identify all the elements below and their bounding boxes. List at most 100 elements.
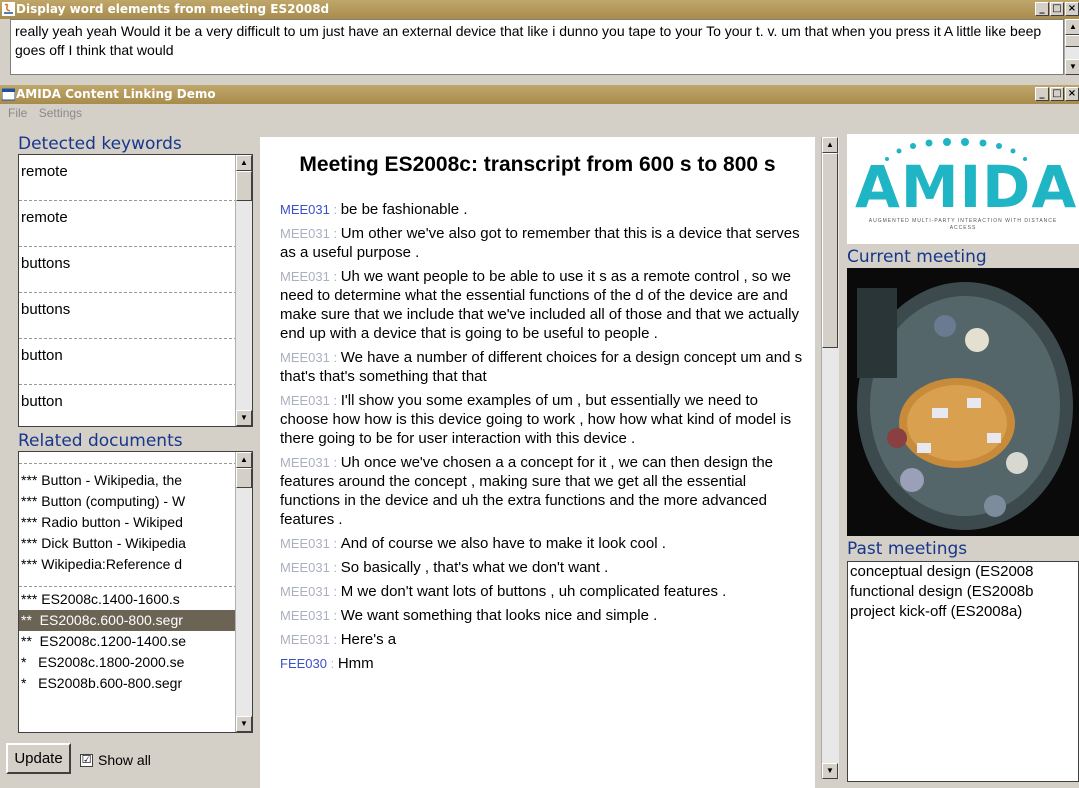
java-icon bbox=[2, 2, 15, 16]
related-documents-title: Related documents bbox=[18, 431, 183, 451]
keywords-list[interactable]: remote remote buttons buttons button button ▲… bbox=[18, 154, 253, 427]
speaker-id[interactable]: MEE031 bbox=[280, 584, 330, 599]
scroll-thumb[interactable] bbox=[236, 468, 252, 488]
speaker-id[interactable]: MEE031 bbox=[280, 269, 330, 284]
speaker-separator: : bbox=[329, 350, 341, 365]
utterance: MEE031 : We want something that looks ni… bbox=[260, 606, 815, 625]
past-meeting-item[interactable]: conceptual design (ES2008 bbox=[850, 562, 1076, 582]
related-document-item[interactable]: *** Button - Wikipedia, the bbox=[19, 470, 252, 491]
speaker-id[interactable]: MEE031 bbox=[280, 536, 330, 551]
speaker-separator: : bbox=[326, 656, 338, 671]
scroll-up-icon[interactable]: ▲ bbox=[236, 452, 252, 468]
utterance-text: M we don't want lots of buttons , uh com… bbox=[340, 583, 727, 600]
speaker-id[interactable]: MEE031 bbox=[280, 632, 330, 647]
transcript-scrollbar[interactable]: ▲ ▼ bbox=[821, 137, 839, 779]
speaker-id[interactable]: MEE031 bbox=[280, 202, 330, 217]
speaker-id[interactable]: MEE031 bbox=[280, 608, 330, 623]
keywords-scrollbar[interactable]: ▲ ▼ bbox=[235, 155, 252, 426]
menu-settings[interactable]: Settings bbox=[39, 106, 82, 120]
scroll-thumb[interactable] bbox=[1065, 35, 1079, 47]
amida-titlebar[interactable]: AMIDA Content Linking Demo _ □ × bbox=[0, 85, 1079, 104]
speaker-id[interactable]: MEE031 bbox=[280, 226, 330, 241]
keyword-item[interactable]: button bbox=[19, 385, 252, 426]
speaker-separator: : bbox=[329, 608, 341, 623]
past-meeting-item[interactable]: functional design (ES2008b bbox=[850, 582, 1076, 602]
past-meetings-list[interactable]: conceptual design (ES2008 functional des… bbox=[847, 561, 1079, 782]
scroll-down-icon[interactable]: ▼ bbox=[236, 716, 252, 732]
minimize-icon[interactable]: _ bbox=[1035, 2, 1049, 16]
scroll-up-icon[interactable]: ▲ bbox=[1065, 19, 1079, 35]
speaker-id[interactable]: MEE031 bbox=[280, 560, 330, 575]
related-segment-item[interactable]: * ES2008c.1800-2000.se bbox=[19, 652, 252, 673]
related-document-item[interactable]: *** Wikipedia:Reference d bbox=[19, 554, 252, 575]
word-elements-scrollbar[interactable]: ▲ ▼ bbox=[1064, 19, 1079, 75]
related-segment-item[interactable]: ** ES2008c.1200-1400.se bbox=[19, 631, 252, 652]
utterance: MEE031 : Here's a bbox=[260, 630, 815, 649]
speaker-separator: : bbox=[329, 269, 341, 284]
utterance: MEE031 : So basically , that's what we d… bbox=[260, 558, 815, 577]
close-icon[interactable]: × bbox=[1065, 87, 1079, 101]
scroll-up-icon[interactable]: ▲ bbox=[822, 137, 838, 153]
past-meeting-item[interactable]: project kick-off (ES2008a) bbox=[850, 602, 1076, 622]
scroll-thumb[interactable] bbox=[822, 153, 838, 348]
utterance: MEE031 : M we don't want lots of buttons… bbox=[260, 582, 815, 601]
related-document-item[interactable]: *** Button (computing) - W bbox=[19, 491, 252, 512]
speaker-id[interactable]: FEE030 bbox=[280, 656, 327, 671]
related-segment-item[interactable]: * ES2008b.600-800.segr bbox=[19, 673, 252, 694]
speaker-separator: : bbox=[329, 584, 341, 599]
left-panel: Detected keywords remote remote buttons but… bbox=[18, 134, 253, 733]
utterance: MEE031 : Uh once we've chosen a a concep… bbox=[260, 453, 815, 529]
utterance-text: And of course we also have to make it lo… bbox=[340, 535, 666, 552]
close-icon[interactable]: × bbox=[1065, 2, 1079, 16]
detected-keywords-title: Detected keywords bbox=[18, 134, 182, 154]
show-all-checkbox[interactable]: ☑ bbox=[80, 753, 93, 767]
speaker-id[interactable]: MEE031 bbox=[280, 350, 330, 365]
speaker-separator: : bbox=[329, 455, 341, 470]
menu-file[interactable]: File bbox=[8, 106, 27, 120]
amida-logo: AMIDA AUGMENTED MULTI-PARTY INTERACTION … bbox=[847, 134, 1079, 244]
scroll-thumb[interactable] bbox=[236, 171, 252, 201]
word-elements-titlebar[interactable]: Display word elements from meeting ES200… bbox=[0, 0, 1079, 19]
utterance: FEE030 : Hmm bbox=[260, 654, 815, 673]
utterance: MEE031 : We have a number of different c… bbox=[260, 348, 815, 386]
list-divider bbox=[19, 575, 252, 587]
related-segment-item[interactable]: ** ES2008c.600-800.segr bbox=[19, 610, 252, 631]
utterance-text: Um other we've also got to remember that… bbox=[280, 225, 800, 261]
related-documents-list[interactable]: *** Button - Wikipedia, the *** Button (c… bbox=[18, 451, 253, 733]
window-controls: _ □ × bbox=[1035, 87, 1079, 101]
utterance: MEE031 : And of course we also have to m… bbox=[260, 534, 815, 553]
related-segment-item[interactable]: *** ES2008c.1400-1600.s bbox=[19, 589, 252, 610]
related-document-item[interactable]: *** Radio button - Wikiped bbox=[19, 512, 252, 533]
speaker-id[interactable]: MEE031 bbox=[280, 393, 330, 408]
scroll-down-icon[interactable]: ▼ bbox=[822, 763, 838, 779]
keyword-item[interactable]: buttons bbox=[19, 247, 252, 293]
utterance-text: Here's a bbox=[340, 631, 397, 648]
scroll-up-icon[interactable]: ▲ bbox=[236, 155, 252, 171]
related-document-item[interactable]: *** Dick Button - Wikipedia bbox=[19, 533, 252, 554]
right-panel: AMIDA AUGMENTED MULTI-PARTY INTERACTION … bbox=[847, 134, 1079, 785]
show-all-toggle[interactable]: ☑ Show all bbox=[80, 752, 151, 768]
amida-logo-text: AMIDA bbox=[855, 153, 1078, 221]
speaker-separator: : bbox=[329, 560, 341, 575]
maximize-icon[interactable]: □ bbox=[1050, 87, 1064, 101]
keyword-item[interactable]: remote bbox=[19, 155, 252, 201]
menu-bar: File Settings bbox=[0, 104, 1079, 122]
speaker-separator: : bbox=[329, 632, 341, 647]
word-elements-window: Display word elements from meeting ES200… bbox=[0, 0, 1079, 83]
keyword-item[interactable]: remote bbox=[19, 201, 252, 247]
keyword-item[interactable]: buttons bbox=[19, 293, 252, 339]
minimize-icon[interactable]: _ bbox=[1035, 87, 1049, 101]
speaker-separator: : bbox=[329, 393, 341, 408]
utterance-text: be be fashionable . bbox=[340, 201, 468, 218]
list-divider bbox=[19, 452, 252, 464]
keyword-item[interactable]: button bbox=[19, 339, 252, 385]
scroll-down-icon[interactable]: ▼ bbox=[1065, 59, 1079, 75]
transcript-title: Meeting ES2008c: transcript from 600 s t… bbox=[299, 153, 776, 176]
maximize-icon[interactable]: □ bbox=[1050, 2, 1064, 16]
related-scrollbar[interactable]: ▲ ▼ bbox=[235, 452, 252, 732]
speaker-id[interactable]: MEE031 bbox=[280, 455, 330, 470]
amida-window: AMIDA Content Linking Demo _ □ × File Se… bbox=[0, 85, 1079, 788]
scroll-down-icon[interactable]: ▼ bbox=[236, 410, 252, 426]
speaker-separator: : bbox=[329, 536, 341, 551]
update-button[interactable]: Update bbox=[6, 743, 71, 774]
